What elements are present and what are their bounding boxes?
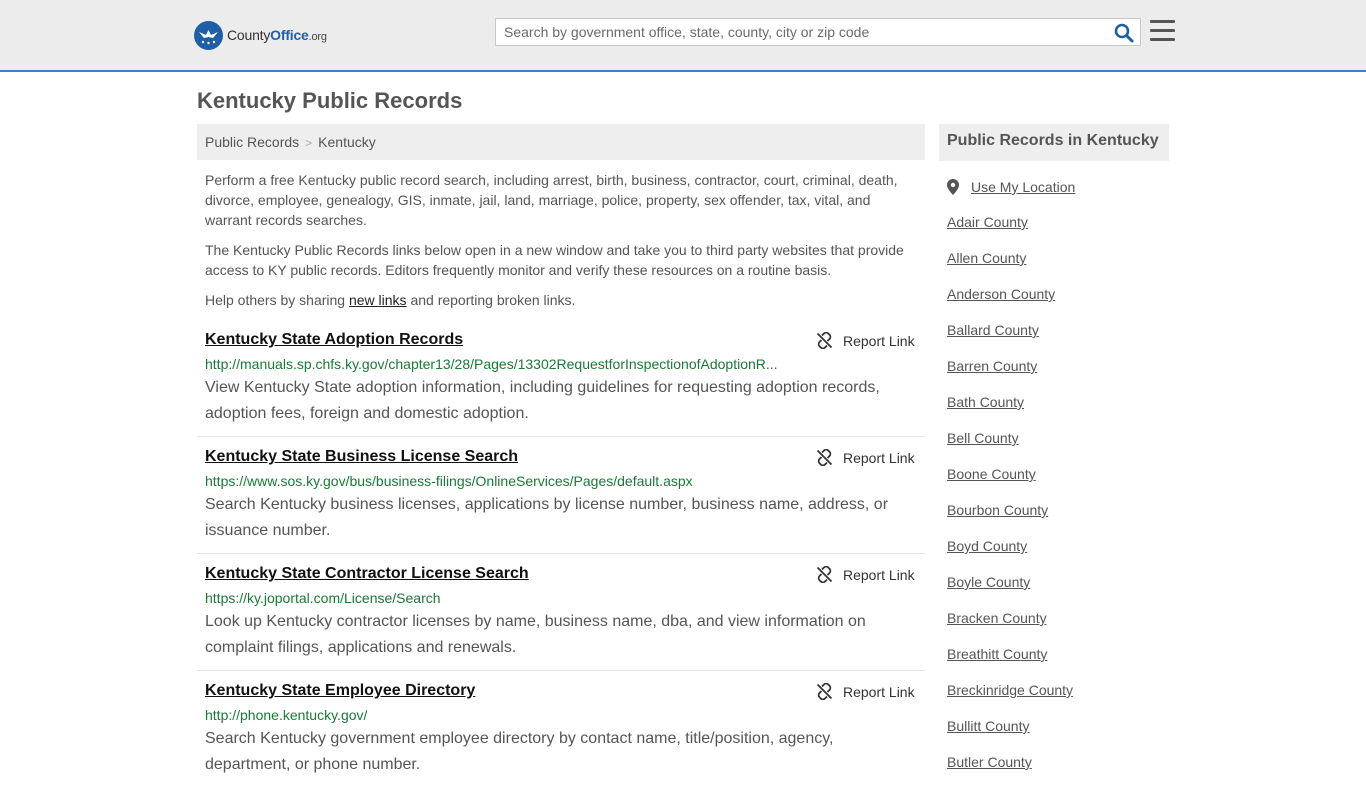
county-list-item: Butler County (947, 754, 1073, 790)
county-link[interactable]: Bell County (947, 430, 1019, 446)
search-box (495, 18, 1141, 46)
record-description: Search Kentucky business licenses, appli… (205, 496, 889, 539)
record-url[interactable]: http://phone.kentucky.gov/ (205, 707, 367, 723)
record-item: Kentucky State Contractor License Search… (197, 565, 925, 671)
county-link[interactable]: Boone County (947, 466, 1036, 482)
county-list-item: Bullitt County (947, 718, 1073, 754)
broken-link-icon (816, 332, 833, 349)
breadcrumb: Public Records > Kentucky (197, 124, 925, 160)
record-url[interactable]: https://www.sos.ky.gov/bus/business-fili… (205, 473, 693, 489)
breadcrumb-separator: > (305, 136, 313, 150)
record-description: Look up Kentucky contractor licenses by … (205, 613, 866, 656)
eagle-logo-icon (194, 20, 223, 50)
county-link[interactable]: Barren County (947, 358, 1037, 374)
new-links-link[interactable]: new links (349, 292, 407, 308)
site-logo[interactable]: CountyOffice.org (194, 20, 327, 50)
logo-office: Office (270, 27, 309, 43)
county-list-item: Ballard County (947, 322, 1073, 358)
broken-link-icon (816, 683, 833, 700)
record-title-link[interactable]: Kentucky State Adoption Records (205, 331, 463, 349)
county-link[interactable]: Anderson County (947, 286, 1055, 302)
county-list-item: Adair County (947, 214, 1073, 250)
map-pin-icon (947, 179, 959, 195)
county-list: Adair County Allen County Anderson Count… (947, 214, 1073, 790)
county-list-item: Boyd County (947, 538, 1073, 574)
county-link[interactable]: Bullitt County (947, 718, 1029, 734)
county-list-item: Boone County (947, 466, 1073, 502)
report-link-button[interactable]: Report Link (816, 683, 915, 700)
top-bar: CountyOffice.org (0, 0, 1366, 72)
page-title: Kentucky Public Records (197, 88, 463, 113)
county-link[interactable]: Boyd County (947, 538, 1027, 554)
record-url[interactable]: https://ky.joportal.com/License/Search (205, 590, 441, 606)
use-location: Use My Location (947, 179, 1075, 195)
county-list-item: Barren County (947, 358, 1073, 394)
county-link[interactable]: Ballard County (947, 322, 1039, 338)
search-icon[interactable] (1114, 23, 1134, 43)
breadcrumb-public-records[interactable]: Public Records (205, 134, 299, 150)
record-item: Kentucky State Employee Directory Report… (197, 682, 925, 773)
report-link-button[interactable]: Report Link (816, 449, 915, 466)
record-title-link[interactable]: Kentucky State Contractor License Search (205, 565, 529, 583)
logo-text: CountyOffice.org (227, 27, 327, 43)
county-list-item: Bourbon County (947, 502, 1073, 538)
sidebar-title: Public Records in Kentucky (939, 124, 1169, 161)
report-link-label: Report Link (843, 683, 915, 700)
county-list-item: Allen County (947, 250, 1073, 286)
county-list-item: Anderson County (947, 286, 1073, 322)
county-link[interactable]: Allen County (947, 250, 1026, 266)
help-prefix: Help others by sharing (205, 292, 349, 308)
county-list-item: Bell County (947, 430, 1073, 466)
record-item: Kentucky State Business License Search R… (197, 448, 925, 554)
help-suffix: and reporting broken links. (406, 292, 576, 308)
county-link[interactable]: Breathitt County (947, 646, 1047, 662)
county-list-item: Breckinridge County (947, 682, 1073, 718)
intro-paragraph: Perform a free Kentucky public record se… (205, 172, 898, 228)
county-link[interactable]: Adair County (947, 214, 1028, 230)
help-paragraph: Help others by sharing new links and rep… (205, 290, 917, 310)
county-link[interactable]: Bath County (947, 394, 1024, 410)
record-description: Search Kentucky government employee dire… (205, 730, 834, 773)
county-link[interactable]: Breckinridge County (947, 682, 1073, 698)
breadcrumb-kentucky[interactable]: Kentucky (318, 134, 376, 150)
report-link-button[interactable]: Report Link (816, 332, 915, 349)
record-description: View Kentucky State adoption information… (205, 379, 880, 422)
record-title-link[interactable]: Kentucky State Business License Search (205, 448, 518, 466)
county-link[interactable]: Boyle County (947, 574, 1030, 590)
report-link-button[interactable]: Report Link (816, 566, 915, 583)
county-list-item: Boyle County (947, 574, 1073, 610)
county-list-item: Breathitt County (947, 646, 1073, 682)
report-link-label: Report Link (843, 566, 915, 583)
broken-link-icon (816, 566, 833, 583)
logo-org: .org (308, 31, 327, 43)
county-link[interactable]: Bourbon County (947, 502, 1048, 518)
county-list-item: Bath County (947, 394, 1073, 430)
use-my-location-link[interactable]: Use My Location (971, 179, 1075, 195)
record-item: Kentucky State Adoption Records Report L… (197, 331, 925, 437)
logo-county: County (227, 27, 271, 43)
record-title-link[interactable]: Kentucky State Employee Directory (205, 682, 475, 700)
report-link-label: Report Link (843, 449, 915, 466)
search-input[interactable] (496, 19, 1112, 45)
disclaimer-paragraph: The Kentucky Public Records links below … (205, 242, 904, 278)
hamburger-menu-icon[interactable] (1150, 20, 1175, 42)
broken-link-icon (816, 449, 833, 466)
record-url[interactable]: http://manuals.sp.chfs.ky.gov/chapter13/… (205, 356, 778, 372)
county-list-item: Bracken County (947, 610, 1073, 646)
county-link[interactable]: Bracken County (947, 610, 1047, 626)
report-link-label: Report Link (843, 332, 915, 349)
